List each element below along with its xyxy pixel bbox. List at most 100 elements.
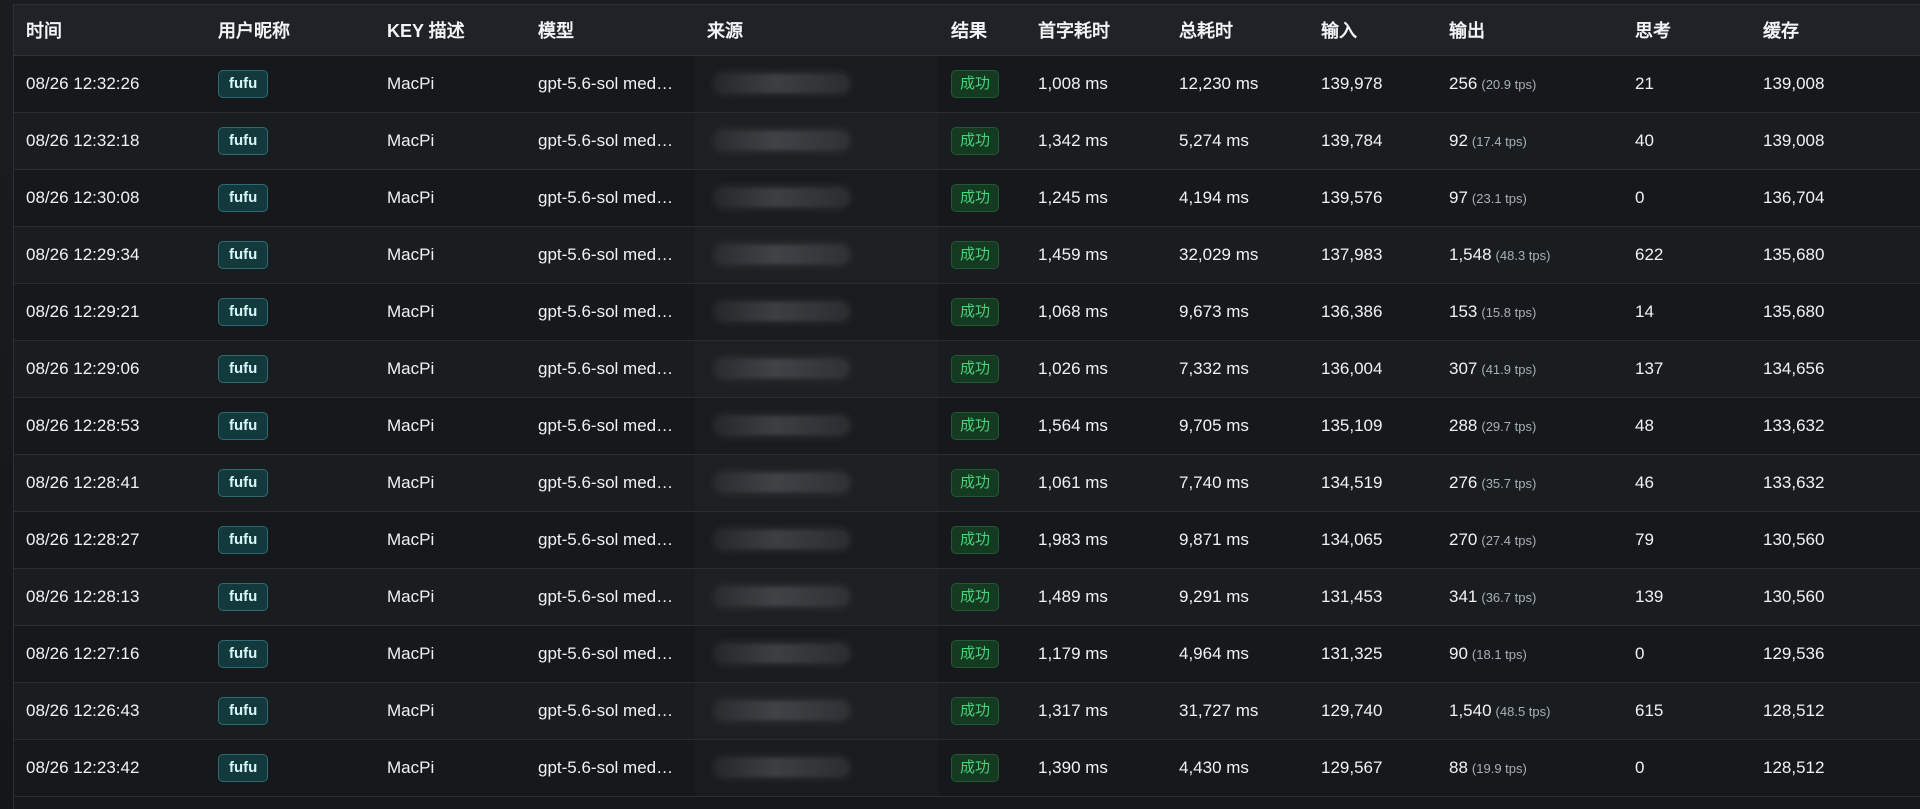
table-row[interactable]: 08/26 12:32:18 fufu MacPi gpt-5.6-sol med… 成… (14, 112, 1920, 169)
cell-result: 成功 (939, 283, 1026, 340)
tokens-per-second: (23.1 tps) (1471, 190, 1527, 206)
cell-output: 1,548 (48.3 tps) (1437, 226, 1623, 283)
cell-time: 08/26 12:30:08 (14, 169, 206, 226)
cell-cache: 136,704 (1751, 169, 1920, 226)
cell-user[interactable]: fufu (206, 55, 375, 112)
cell-output: 153 (15.8 tps) (1437, 283, 1623, 340)
column-header-key[interactable]: KEY 描述 (375, 5, 526, 56)
table-row[interactable]: 08/26 12:32:26 fufu MacPi gpt-5.6-sol med… 成… (14, 55, 1920, 112)
user-badge[interactable]: fufu (218, 297, 269, 326)
table-row[interactable]: 08/26 12:28:53 fufu MacPi gpt-5.6-sol med… 成… (14, 397, 1920, 454)
cell-output: 307 (41.9 tps) (1437, 340, 1623, 397)
cell-user[interactable]: fufu (206, 283, 375, 340)
column-header-total[interactable]: 总耗时 (1167, 5, 1309, 56)
user-badge[interactable]: fufu (218, 753, 269, 782)
output-tokens: 270 (1449, 529, 1478, 549)
cell-user[interactable]: fufu (206, 169, 375, 226)
column-header-output[interactable]: 输出 (1437, 5, 1623, 56)
cell-total-time: 31,727 ms (1167, 682, 1309, 739)
cell-total-time: 32,029 ms (1167, 226, 1309, 283)
table-row[interactable]: 08/26 12:28:41 fufu MacPi gpt-5.6-sol med… 成… (14, 454, 1920, 511)
tokens-per-second: (48.5 tps) (1495, 703, 1551, 719)
tokens-per-second: (36.7 tps) (1481, 589, 1537, 605)
column-header-source[interactable]: 来源 (695, 5, 939, 56)
table-row[interactable]: 08/26 12:30:08 fufu MacPi gpt-5.6-sol med… 成… (14, 169, 1920, 226)
cell-user[interactable]: fufu (206, 739, 375, 796)
table-row[interactable]: 08/26 12:29:34 fufu MacPi gpt-5.6-sol med… 成… (14, 226, 1920, 283)
table-row[interactable]: 08/26 12:26:43 fufu MacPi gpt-5.6-sol med… 成… (14, 682, 1920, 739)
user-badge[interactable]: fufu (218, 240, 269, 269)
cell-output: 1,540 (48.5 tps) (1437, 682, 1623, 739)
first-token-time: 1,061 ms (1038, 472, 1108, 492)
column-header-thinking[interactable]: 思考 (1623, 5, 1751, 56)
cell-cache: 130,560 (1751, 568, 1920, 625)
cell-result: 成功 (939, 169, 1026, 226)
key-description: MacPi (387, 472, 435, 492)
time-text: 08/26 12:32:18 (26, 130, 140, 150)
cell-result: 成功 (939, 397, 1026, 454)
redacted-source (715, 359, 849, 378)
table-row[interactable]: 08/26 12:28:13 fufu MacPi gpt-5.6-sol med… 成… (14, 568, 1920, 625)
column-header-result[interactable]: 结果 (939, 5, 1026, 56)
cell-user[interactable]: fufu (206, 226, 375, 283)
user-badge[interactable]: fufu (218, 525, 269, 554)
column-header-input[interactable]: 输入 (1309, 5, 1437, 56)
input-tokens: 139,978 (1321, 73, 1383, 93)
cell-user[interactable]: fufu (206, 511, 375, 568)
time-text: 08/26 12:29:34 (26, 244, 140, 264)
cell-source (695, 682, 939, 739)
user-badge[interactable]: fufu (218, 411, 269, 440)
cell-total-time: 7,332 ms (1167, 340, 1309, 397)
table-body: 08/26 12:32:26 fufu MacPi gpt-5.6-sol med… 成… (14, 55, 1920, 796)
cell-thinking: 0 (1623, 625, 1751, 682)
table-row[interactable]: 08/26 12:29:21 fufu MacPi gpt-5.6-sol med… 成… (14, 283, 1920, 340)
user-badge[interactable]: fufu (218, 126, 269, 155)
cell-source (695, 340, 939, 397)
cell-input: 137,983 (1309, 226, 1437, 283)
cell-thinking: 40 (1623, 112, 1751, 169)
table-row[interactable]: 08/26 12:28:27 fufu MacPi gpt-5.6-sol med… 成… (14, 511, 1920, 568)
user-badge[interactable]: fufu (218, 468, 269, 497)
cell-key: MacPi (375, 454, 526, 511)
model-name: gpt-5.6-sol med… (538, 130, 674, 150)
user-badge[interactable]: fufu (218, 582, 269, 611)
cell-user[interactable]: fufu (206, 625, 375, 682)
table-row[interactable]: 08/26 12:29:06 fufu MacPi gpt-5.6-sol med… 成… (14, 340, 1920, 397)
cell-total-time: 4,964 ms (1167, 625, 1309, 682)
column-header-model[interactable]: 模型 (526, 5, 695, 56)
input-tokens: 129,567 (1321, 757, 1383, 777)
cell-model: gpt-5.6-sol med… (526, 568, 695, 625)
column-header-user[interactable]: 用户昵称 (206, 5, 375, 56)
key-description: MacPi (387, 700, 435, 720)
cell-user[interactable]: fufu (206, 568, 375, 625)
column-header-time[interactable]: 时间 (14, 5, 206, 56)
output-tokens: 341 (1449, 586, 1478, 606)
user-badge[interactable]: fufu (218, 354, 269, 383)
table-row[interactable]: 08/26 12:27:16 fufu MacPi gpt-5.6-sol med… 成… (14, 625, 1920, 682)
key-description: MacPi (387, 130, 435, 150)
table-row[interactable]: 08/26 12:23:42 fufu MacPi gpt-5.6-sol med… 成… (14, 739, 1920, 796)
user-badge[interactable]: fufu (218, 183, 269, 212)
cell-user[interactable]: fufu (206, 340, 375, 397)
cell-source (695, 226, 939, 283)
cell-user[interactable]: fufu (206, 397, 375, 454)
cell-source (695, 511, 939, 568)
cell-model: gpt-5.6-sol med… (526, 454, 695, 511)
thinking-tokens: 46 (1635, 472, 1654, 492)
thinking-tokens: 40 (1635, 130, 1654, 150)
model-name: gpt-5.6-sol med… (538, 700, 674, 720)
model-name: gpt-5.6-sol med… (538, 757, 674, 777)
cell-time: 08/26 12:29:34 (14, 226, 206, 283)
cell-user[interactable]: fufu (206, 112, 375, 169)
cell-result: 成功 (939, 625, 1026, 682)
cell-input: 134,519 (1309, 454, 1437, 511)
cell-input: 131,453 (1309, 568, 1437, 625)
column-header-cache[interactable]: 缓存 (1751, 5, 1920, 56)
first-token-time: 1,983 ms (1038, 529, 1108, 549)
cell-user[interactable]: fufu (206, 682, 375, 739)
user-badge[interactable]: fufu (218, 69, 269, 98)
cell-user[interactable]: fufu (206, 454, 375, 511)
user-badge[interactable]: fufu (218, 639, 269, 668)
column-header-first-token[interactable]: 首字耗时 (1026, 5, 1167, 56)
user-badge[interactable]: fufu (218, 696, 269, 725)
